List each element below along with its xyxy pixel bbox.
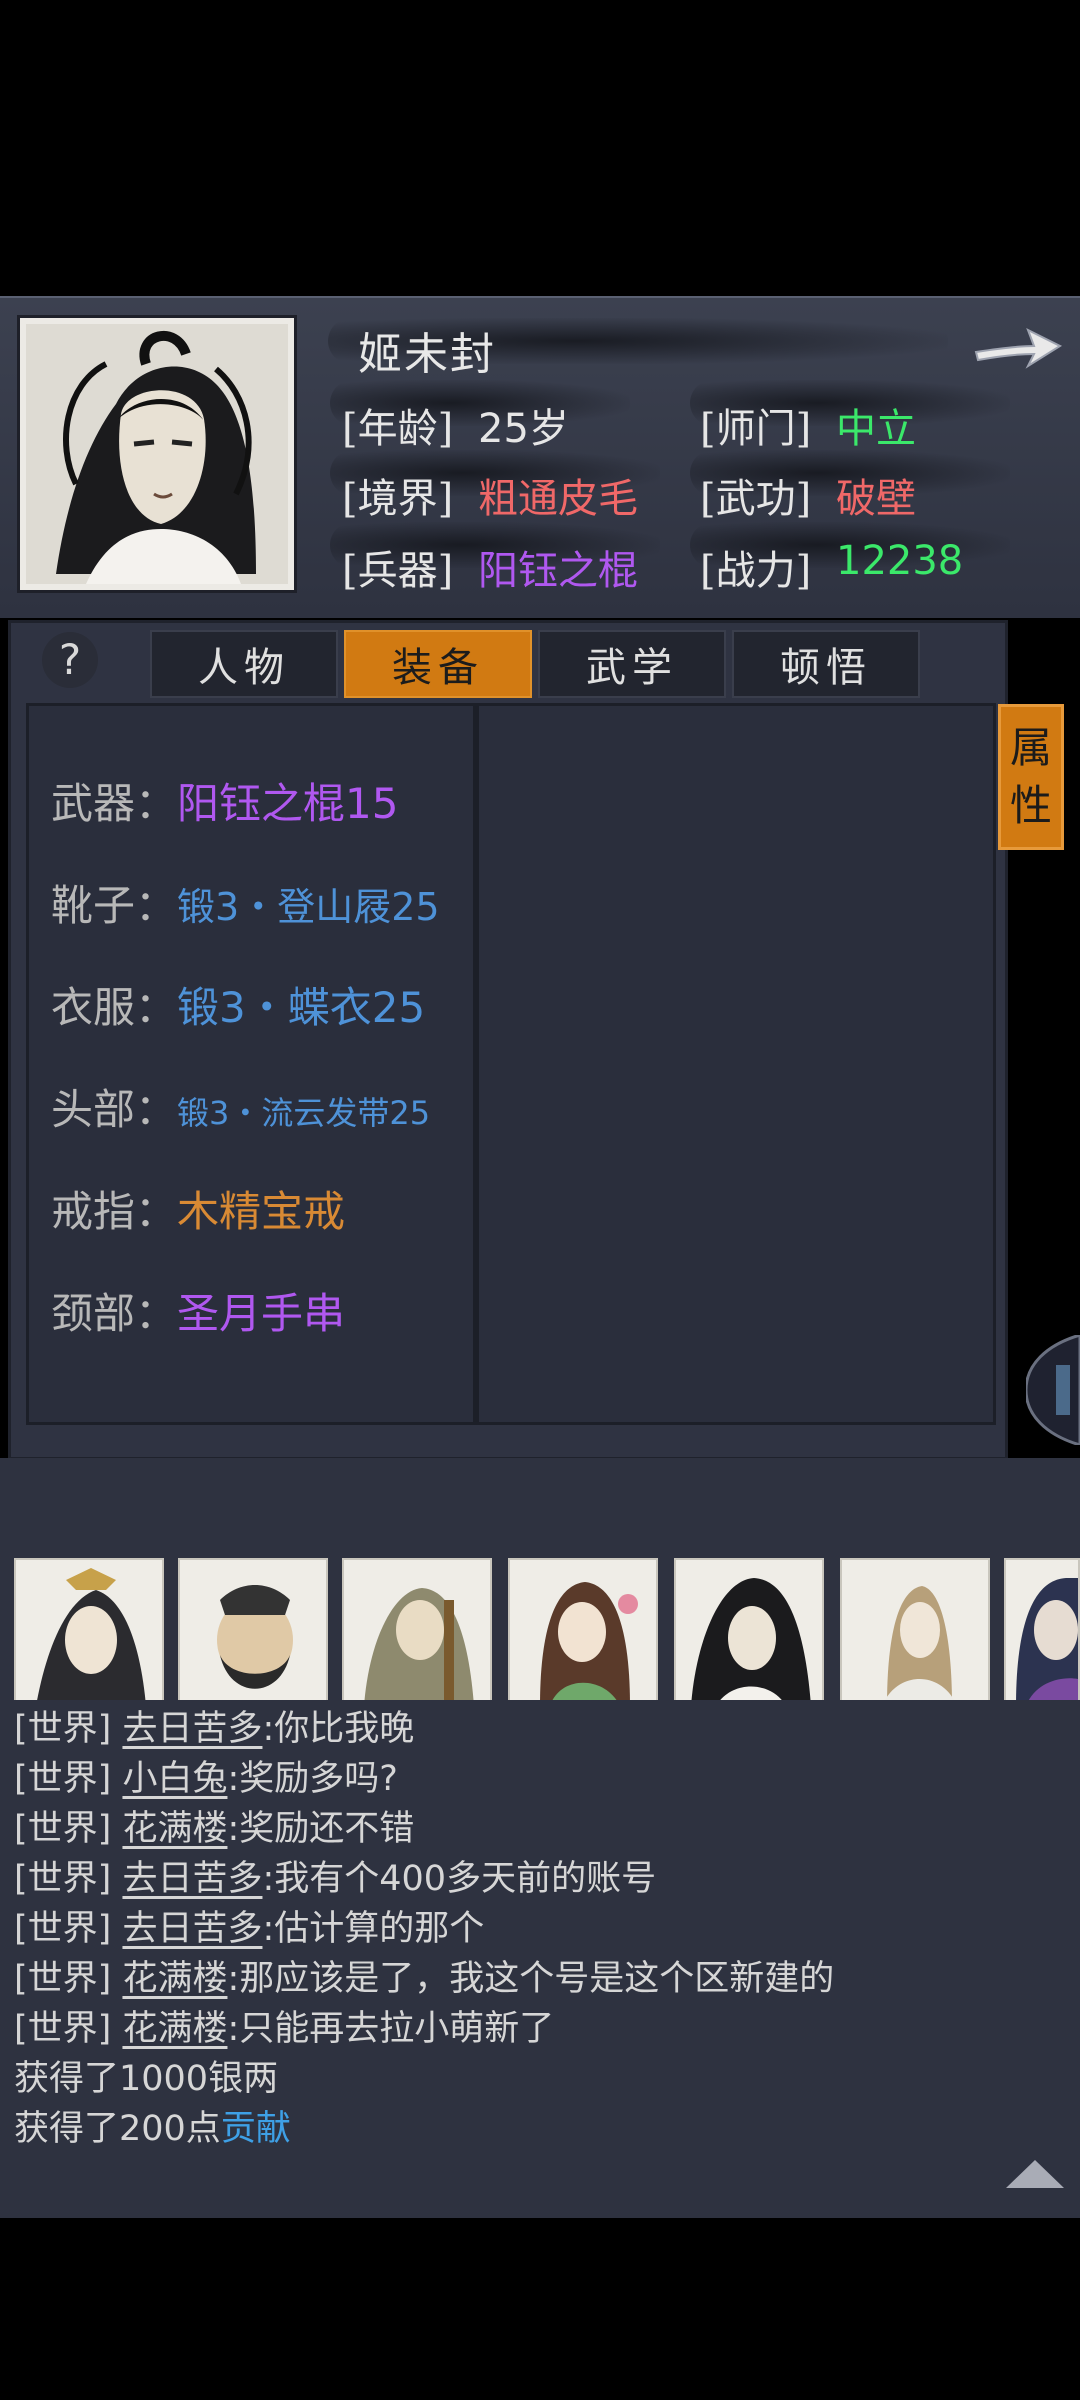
equip-value: 木精宝戒 bbox=[177, 1187, 346, 1236]
chat-message: [世界] 花满楼:奖励还不错 bbox=[14, 1800, 414, 1851]
tab-enlightenment[interactable]: 顿悟 bbox=[732, 630, 920, 698]
system-text: 获得了200点 bbox=[14, 2109, 221, 2149]
chat-channel: [世界] bbox=[14, 1809, 112, 1849]
chat-expand-up-icon[interactable] bbox=[1004, 2156, 1066, 2190]
equip-label: 武器： bbox=[51, 779, 178, 828]
divider-strip bbox=[0, 1458, 1080, 1538]
age-value: 25岁 bbox=[478, 406, 569, 452]
system-message: 获得了200点贡献 bbox=[14, 2100, 291, 2151]
chat-username[interactable]: 花满楼 bbox=[122, 1809, 227, 1849]
npc-portrait-bar bbox=[0, 1538, 1080, 1710]
martial-value: 破壁 bbox=[836, 476, 916, 522]
chat-username[interactable]: 小白兔 bbox=[122, 1759, 227, 1799]
contribution-link[interactable]: 贡献 bbox=[221, 2109, 291, 2149]
chat-channel: [世界] bbox=[14, 1859, 112, 1899]
chat-username[interactable]: 花满楼 bbox=[122, 2009, 227, 2049]
equip-value: 锻3・登山屐25 bbox=[177, 885, 440, 929]
chat-text: :奖励还不错 bbox=[227, 1809, 415, 1849]
npc-portrait[interactable] bbox=[674, 1558, 824, 1704]
chat-message: [世界] 小白兔:奖励多吗? bbox=[14, 1750, 398, 1801]
equip-label: 戒指： bbox=[51, 1187, 178, 1236]
chat-text: :你比我晚 bbox=[262, 1709, 415, 1749]
chat-channel: [世界] bbox=[14, 1909, 112, 1949]
chat-username[interactable]: 花满楼 bbox=[122, 1959, 227, 1999]
attributes-side-tab[interactable]: 属 性 bbox=[998, 704, 1064, 850]
chat-message: [世界] 去日苦多:我有个400多天前的账号 bbox=[14, 1850, 656, 1901]
npc-portrait[interactable] bbox=[342, 1558, 492, 1704]
tab-martial-arts[interactable]: 武学 bbox=[538, 630, 726, 698]
tab-equipment[interactable]: 装备 bbox=[344, 630, 532, 698]
martial-label: [武功] bbox=[700, 476, 812, 522]
equip-value: 锻3・流云发带25 bbox=[177, 1094, 431, 1132]
chat-username[interactable]: 去日苦多 bbox=[122, 1909, 262, 1949]
realm-label: [境界] bbox=[342, 476, 454, 522]
next-arrow-icon[interactable] bbox=[972, 312, 1064, 378]
attr-tab-char1: 属 bbox=[1009, 723, 1052, 772]
age-label: [年龄] bbox=[342, 406, 454, 452]
chat-username[interactable]: 去日苦多 bbox=[122, 1709, 262, 1749]
equip-value: 锻3・蝶衣25 bbox=[177, 983, 426, 1032]
npc-portrait[interactable] bbox=[1004, 1558, 1080, 1704]
app-screen: 姬未封 [年龄] 25岁 [师门] 中立 [境界] 粗通皮毛 [武功] 破壁 [… bbox=[0, 0, 1080, 2400]
character-profile: 姬未封 [年龄] 25岁 [师门] 中立 [境界] 粗通皮毛 [武功] 破壁 [… bbox=[0, 296, 1080, 618]
chat-text: :奖励多吗? bbox=[227, 1759, 398, 1799]
equip-label: 颈部： bbox=[51, 1289, 178, 1338]
equip-label: 靴子： bbox=[51, 881, 178, 930]
svg-text:?: ? bbox=[59, 635, 81, 684]
sect-label: [师门] bbox=[700, 406, 812, 452]
character-portrait[interactable] bbox=[20, 318, 294, 590]
equip-row-neck[interactable]: 颈部： 圣月手串 bbox=[51, 1280, 345, 1341]
chat-channel: [世界] bbox=[14, 1709, 112, 1749]
chat-message: [世界] 花满楼:那应该是了，我这个号是这个区新建的 bbox=[14, 1950, 834, 2001]
chat-message: [世界] 去日苦多:估计算的那个 bbox=[14, 1900, 484, 1951]
power-value: 12238 bbox=[836, 538, 964, 584]
equip-value: 圣月手串 bbox=[177, 1289, 346, 1338]
attribute-detail-box bbox=[476, 703, 996, 1425]
equip-row-clothes[interactable]: 衣服： 锻3・蝶衣25 bbox=[51, 974, 425, 1035]
chat-channel: [世界] bbox=[14, 1759, 112, 1799]
equipment-list: 武器： 阳钰之棍15 靴子： 锻3・登山屐25 衣服： 锻3・蝶衣25 头部： … bbox=[26, 703, 476, 1425]
help-icon[interactable]: ? bbox=[40, 630, 100, 690]
chat-text: :只能再去拉小萌新了 bbox=[227, 2009, 555, 2049]
npc-portrait[interactable] bbox=[14, 1558, 164, 1704]
chat-text: :估计算的那个 bbox=[262, 1909, 485, 1949]
equip-row-ring[interactable]: 戒指： 木精宝戒 bbox=[51, 1178, 345, 1239]
npc-portrait[interactable] bbox=[840, 1558, 990, 1704]
chat-text: :我有个400多天前的账号 bbox=[262, 1859, 657, 1899]
sect-value: 中立 bbox=[836, 406, 916, 452]
chat-text: :那应该是了，我这个号是这个区新建的 bbox=[227, 1959, 835, 1999]
power-label: [战力] bbox=[700, 548, 812, 594]
character-name: 姬未封 bbox=[358, 329, 496, 380]
chat-username[interactable]: 去日苦多 bbox=[122, 1859, 262, 1899]
side-menu-handle-icon[interactable] bbox=[1026, 1335, 1080, 1445]
equip-label: 头部： bbox=[51, 1085, 178, 1134]
tab-character[interactable]: 人物 bbox=[150, 630, 338, 698]
npc-portrait[interactable] bbox=[508, 1558, 658, 1704]
chat-channel: [世界] bbox=[14, 2009, 112, 2049]
system-message: 获得了1000银两 bbox=[14, 2050, 278, 2101]
equip-row-head[interactable]: 头部： 锻3・流云发带25 bbox=[51, 1076, 430, 1137]
equip-value: 阳钰之棍15 bbox=[177, 779, 399, 828]
equip-row-weapon[interactable]: 武器： 阳钰之棍15 bbox=[51, 770, 398, 831]
weapon-value: 阳钰之棍 bbox=[478, 548, 638, 594]
equip-row-boots[interactable]: 靴子： 锻3・登山屐25 bbox=[51, 872, 440, 933]
chat-message: [世界] 花满楼:只能再去拉小萌新了 bbox=[14, 2000, 554, 2051]
chat-log: [世界] 去日苦多:你比我晚 [世界] 小白兔:奖励多吗? [世界] 花满楼:奖… bbox=[0, 1700, 1080, 2218]
chat-message: [世界] 去日苦多:你比我晚 bbox=[14, 1700, 414, 1751]
weapon-label: [兵器] bbox=[342, 548, 454, 594]
equip-label: 衣服： bbox=[51, 983, 178, 1032]
npc-portrait[interactable] bbox=[178, 1558, 328, 1704]
panel-tabs: 人物 装备 武学 顿悟 bbox=[150, 630, 920, 698]
chat-channel: [世界] bbox=[14, 1959, 112, 1999]
realm-value: 粗通皮毛 bbox=[478, 476, 638, 522]
system-text: 获得了1000银两 bbox=[14, 2059, 279, 2099]
attr-tab-char2: 性 bbox=[1009, 781, 1052, 830]
